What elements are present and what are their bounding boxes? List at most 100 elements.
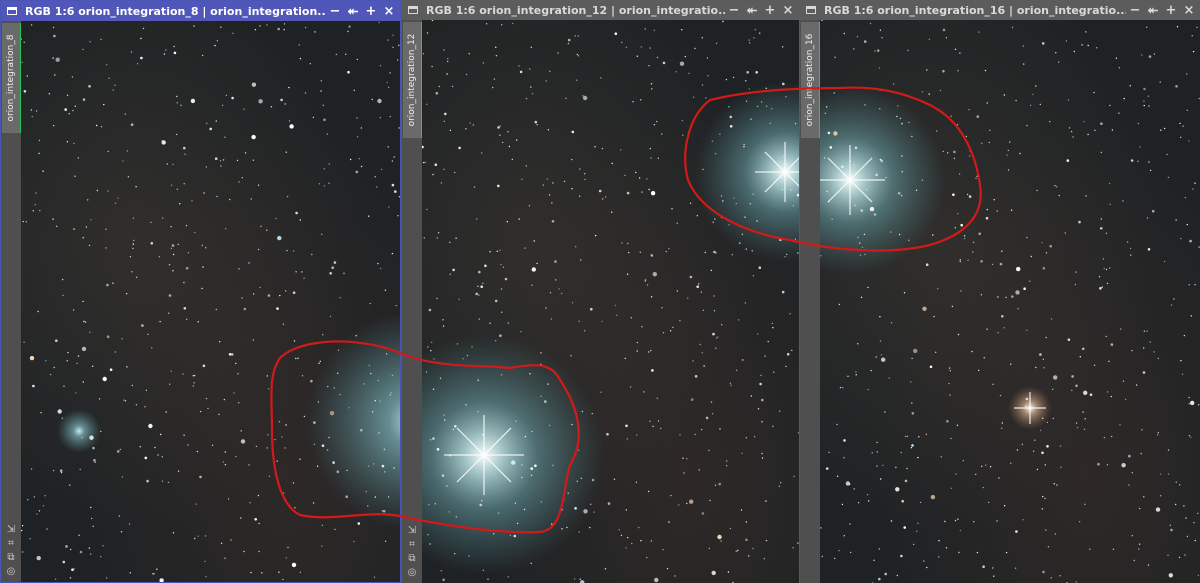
close-button[interactable]: × xyxy=(779,0,797,20)
star xyxy=(511,158,513,161)
resize-icon[interactable]: ⇲ xyxy=(7,524,15,536)
star xyxy=(81,346,87,352)
star xyxy=(1093,91,1095,94)
shade-button[interactable]: ⯬ xyxy=(344,1,362,21)
star xyxy=(132,217,135,219)
star xyxy=(1097,462,1100,466)
clone-icon[interactable]: ⧉ xyxy=(408,553,415,565)
maximize-button[interactable]: + xyxy=(761,0,779,20)
star xyxy=(1184,196,1187,199)
target-icon[interactable]: ◎ xyxy=(408,567,417,579)
star xyxy=(606,432,609,436)
shade-button[interactable]: ⯬ xyxy=(1144,0,1162,20)
maximize-button[interactable]: + xyxy=(362,1,380,21)
star xyxy=(573,578,576,580)
window-titlebar[interactable]: RGB 1:6 orion_integration_12 | orion_int… xyxy=(402,0,799,20)
zoom-fit-icon[interactable]: ⌗ xyxy=(8,538,14,550)
star xyxy=(390,392,392,394)
star xyxy=(558,288,560,290)
star xyxy=(584,173,586,175)
star xyxy=(666,567,669,570)
star xyxy=(1041,508,1043,510)
star xyxy=(62,294,64,297)
star xyxy=(766,105,768,107)
image-canvas[interactable] xyxy=(21,21,400,582)
star xyxy=(771,108,773,110)
star xyxy=(485,23,488,25)
star xyxy=(698,469,700,471)
star xyxy=(1197,404,1200,406)
star xyxy=(1194,182,1196,184)
clone-icon[interactable]: ⧉ xyxy=(7,552,14,564)
minimize-button[interactable]: − xyxy=(1126,0,1144,20)
star xyxy=(600,77,602,79)
star xyxy=(166,163,168,165)
star xyxy=(322,334,324,336)
star xyxy=(455,516,457,518)
star xyxy=(39,209,41,212)
star xyxy=(481,152,483,154)
star xyxy=(209,127,212,131)
star xyxy=(114,84,116,86)
star xyxy=(647,490,650,493)
star xyxy=(711,140,714,142)
star xyxy=(614,32,618,35)
close-button[interactable]: × xyxy=(1180,0,1198,20)
star xyxy=(748,42,751,44)
minimize-button[interactable]: − xyxy=(326,1,344,21)
star xyxy=(38,139,41,142)
window-titlebar[interactable]: RGB 1:6 orion_integration_8 | orion_inte… xyxy=(1,1,400,21)
maximize-button[interactable]: + xyxy=(1162,0,1180,20)
image-canvas[interactable] xyxy=(422,20,799,583)
image-canvas[interactable] xyxy=(820,20,1200,583)
view-tab[interactable]: orion_integration_16 xyxy=(801,22,821,138)
star xyxy=(1108,182,1111,185)
star xyxy=(432,437,435,440)
star xyxy=(636,55,638,57)
star xyxy=(482,282,484,284)
window-titlebar[interactable]: RGB 1:6 orion_integration_16 | orion_int… xyxy=(800,0,1200,20)
star xyxy=(1096,47,1098,49)
star xyxy=(968,108,970,111)
star xyxy=(428,504,430,506)
star xyxy=(1085,195,1087,197)
star xyxy=(644,28,646,30)
star xyxy=(1128,454,1131,458)
image-window-orion-12[interactable]: RGB 1:6 orion_integration_12 | orion_int… xyxy=(402,0,799,583)
image-window-orion-16[interactable]: RGB 1:6 orion_integration_16 | orion_int… xyxy=(800,0,1200,583)
star xyxy=(380,168,383,171)
shade-button[interactable]: ⯬ xyxy=(743,0,761,20)
image-window-orion-8[interactable]: RGB 1:6 orion_integration_8 | orion_inte… xyxy=(0,0,401,583)
star xyxy=(231,96,234,100)
star xyxy=(735,550,737,552)
star xyxy=(998,477,1000,479)
star xyxy=(957,518,959,520)
star xyxy=(630,317,632,319)
star xyxy=(285,424,287,426)
star xyxy=(96,124,98,127)
star xyxy=(1044,497,1046,500)
star xyxy=(288,120,291,122)
star xyxy=(959,52,961,54)
close-button[interactable]: × xyxy=(380,1,398,21)
star xyxy=(1049,120,1051,123)
minimize-button[interactable]: − xyxy=(725,0,743,20)
star xyxy=(907,49,909,52)
target-icon[interactable]: ◎ xyxy=(7,566,16,578)
view-tab[interactable]: orion_integration_8 xyxy=(2,23,22,133)
star xyxy=(1075,384,1078,388)
star xyxy=(176,95,178,98)
resize-icon[interactable]: ⇲ xyxy=(408,525,416,537)
star xyxy=(531,284,533,286)
star xyxy=(847,375,849,377)
zoom-fit-icon[interactable]: ⌗ xyxy=(409,539,415,551)
star xyxy=(124,400,127,402)
view-tab[interactable]: orion_integration_12 xyxy=(403,22,423,138)
star xyxy=(1167,449,1170,451)
star xyxy=(986,328,988,330)
star xyxy=(205,397,208,400)
star xyxy=(270,106,273,108)
star xyxy=(890,520,893,522)
star xyxy=(1146,330,1148,332)
star xyxy=(343,272,345,274)
